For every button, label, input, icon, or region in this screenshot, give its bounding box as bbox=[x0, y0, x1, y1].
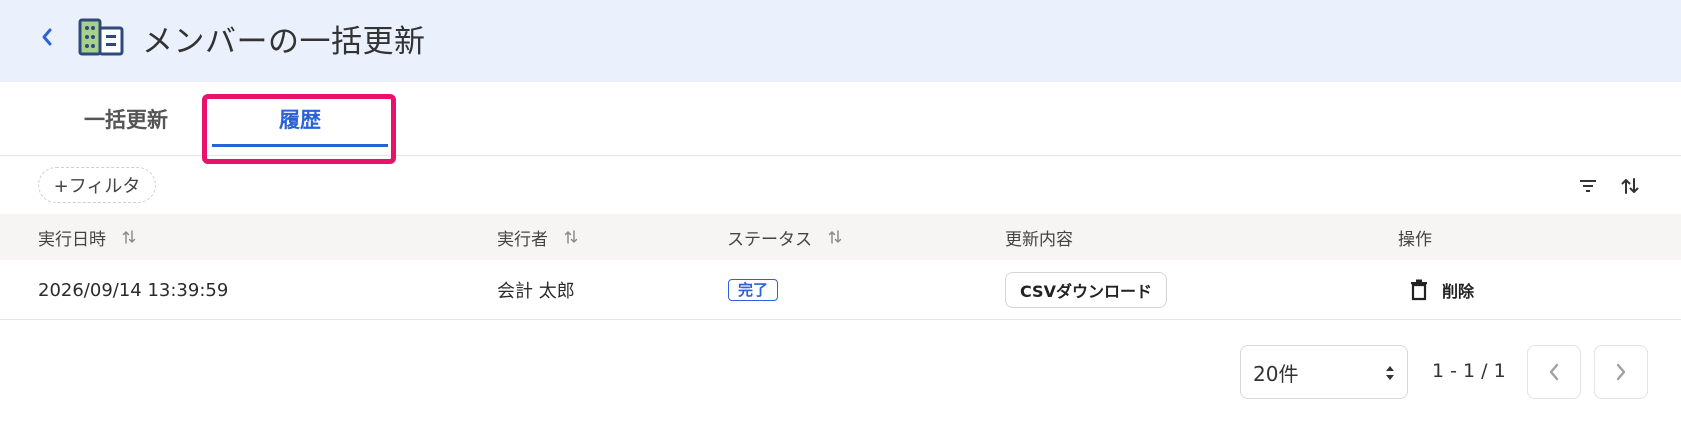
add-filter-label: +フィルタ bbox=[53, 176, 141, 197]
cell-status: 完了 bbox=[728, 260, 779, 320]
previous-page-button[interactable] bbox=[1527, 345, 1581, 399]
delete-button[interactable]: 削除 bbox=[1410, 278, 1474, 302]
page-header: メンバーの一括更新 bbox=[0, 0, 1681, 82]
tab-label: 一括更新 bbox=[84, 108, 168, 132]
cell-executed-at: 2026/09/14 13:39:59 bbox=[38, 279, 229, 301]
tab-history[interactable]: 履歴 bbox=[212, 82, 388, 156]
column-header-executor: 実行者 bbox=[497, 214, 578, 260]
page-title: メンバーの一括更新 bbox=[142, 24, 426, 60]
sort-arrows-icon[interactable] bbox=[122, 229, 136, 245]
chevron-right-icon bbox=[1616, 363, 1626, 381]
sort-arrows-icon[interactable] bbox=[564, 229, 578, 245]
trash-icon bbox=[1411, 279, 1427, 301]
delete-label: 削除 bbox=[1442, 282, 1475, 301]
table-row: 2026/09/14 13:39:59 会計 太郎 完了 CSVダウンロード 削… bbox=[0, 260, 1681, 320]
cell-update-content: CSVダウンロード bbox=[1005, 260, 1167, 320]
column-label: 実行日時 bbox=[38, 229, 106, 250]
active-tab-indicator bbox=[212, 144, 388, 147]
sort-arrows-icon[interactable] bbox=[1618, 174, 1642, 198]
pagination-range: 1 - 1 / 1 bbox=[1432, 360, 1506, 382]
column-header-actions: 操作 bbox=[1398, 214, 1432, 260]
filter-lines-icon[interactable] bbox=[1576, 174, 1600, 198]
building-icon bbox=[78, 18, 124, 56]
sort-arrows-icon[interactable] bbox=[828, 229, 842, 245]
add-filter-button[interactable]: +フィルタ bbox=[38, 167, 156, 203]
page-root: メンバーの一括更新 一括更新 履歴 +フィルタ 実行日時 実行者 ステータス 更… bbox=[0, 0, 1681, 440]
column-header-update-content: 更新内容 bbox=[1005, 214, 1073, 260]
column-header-status: ステータス bbox=[727, 214, 842, 260]
next-page-button[interactable] bbox=[1594, 345, 1648, 399]
tab-bar: 一括更新 履歴 bbox=[0, 82, 1681, 156]
column-header-executed-at: 実行日時 bbox=[38, 214, 136, 260]
column-label: 実行者 bbox=[497, 229, 548, 250]
per-page-select[interactable]: 20件 bbox=[1240, 345, 1408, 399]
select-arrows-icon bbox=[1386, 366, 1394, 380]
column-label: ステータス bbox=[727, 229, 812, 250]
column-label: 操作 bbox=[1398, 229, 1432, 250]
chevron-left-icon bbox=[42, 28, 52, 46]
tab-label: 履歴 bbox=[279, 108, 321, 132]
column-label: 更新内容 bbox=[1005, 229, 1073, 250]
cell-actions: 削除 bbox=[1410, 260, 1474, 320]
csv-download-button[interactable]: CSVダウンロード bbox=[1005, 272, 1167, 308]
cell-executor: 会計 太郎 bbox=[497, 281, 575, 302]
table-header: 実行日時 実行者 ステータス 更新内容 操作 bbox=[0, 214, 1681, 260]
chevron-left-icon bbox=[1549, 363, 1559, 381]
status-badge: 完了 bbox=[728, 279, 779, 301]
tab-bulk-update[interactable]: 一括更新 bbox=[60, 82, 192, 156]
back-button[interactable] bbox=[36, 24, 58, 50]
per-page-value: 20件 bbox=[1253, 361, 1299, 386]
